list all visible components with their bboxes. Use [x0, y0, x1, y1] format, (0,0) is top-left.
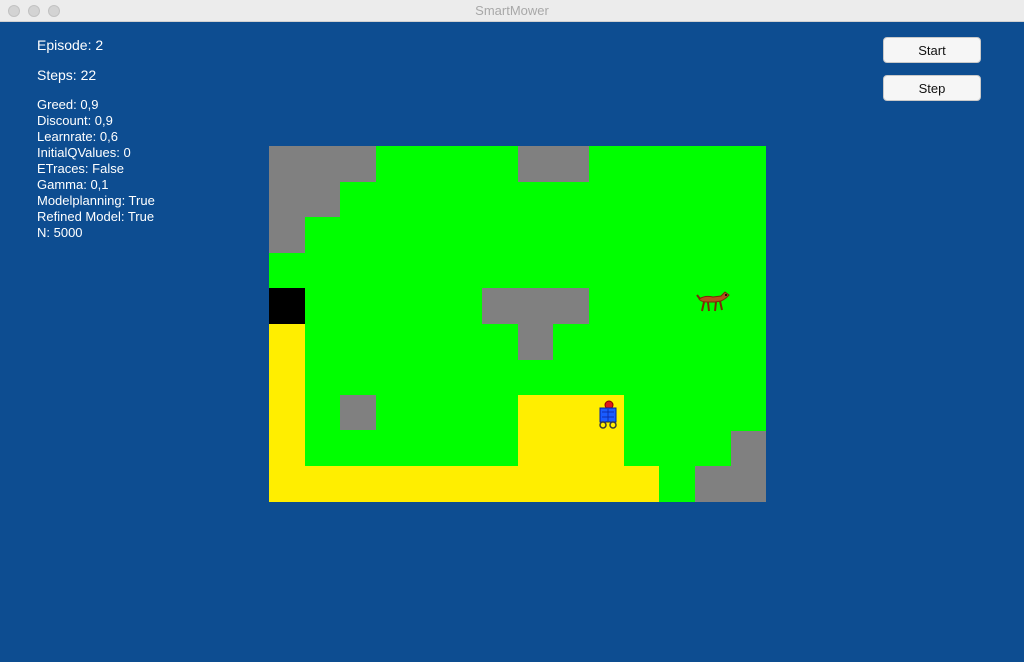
rock-tile	[518, 324, 553, 360]
param-gamma: Gamma: 0,1	[37, 177, 109, 192]
param-etraces: ETraces: False	[37, 161, 124, 176]
rock-tile	[269, 182, 340, 217]
mowed-tile	[269, 324, 305, 502]
mowed-tile	[305, 466, 518, 502]
rock-tile	[269, 146, 376, 182]
mower-icon	[599, 400, 617, 429]
steps-counter: Steps: 22	[37, 67, 97, 83]
param-modelplanning: Modelplanning: True	[37, 193, 155, 208]
param-discount: Discount: 0,9	[37, 113, 113, 128]
start-button[interactable]: Start	[883, 37, 981, 63]
param-initial-q-values: InitialQValues: 0	[37, 145, 131, 160]
rock-tile	[340, 395, 376, 430]
app-window: SmartMower Episode: 2 Steps: 22 Greed: 0…	[0, 0, 1024, 662]
title-bar: SmartMower	[0, 0, 1024, 22]
parameter-list: Greed: 0,9 Discount: 0,9 Learnrate: 0,6 …	[37, 97, 155, 241]
param-learnrate: Learnrate: 0,6	[37, 129, 118, 144]
step-button[interactable]: Step	[883, 75, 981, 101]
dog-icon	[696, 291, 730, 312]
rock-tile	[518, 146, 589, 182]
episode-counter: Episode: 2	[37, 37, 104, 53]
mowed-tile	[624, 466, 659, 502]
rock-tile	[482, 288, 589, 324]
lawn-grid	[269, 146, 766, 502]
main-panel: Episode: 2 Steps: 22 Greed: 0,9 Discount…	[0, 22, 1024, 662]
rock-tile	[731, 431, 766, 502]
param-greed: Greed: 0,9	[37, 97, 99, 112]
param-n: N: 5000	[37, 225, 83, 240]
param-refined-model: Refined Model: True	[37, 209, 155, 224]
window-title: SmartMower	[475, 3, 549, 18]
hole-tile	[269, 288, 305, 324]
rock-tile	[269, 217, 305, 253]
rock-tile	[695, 466, 731, 502]
